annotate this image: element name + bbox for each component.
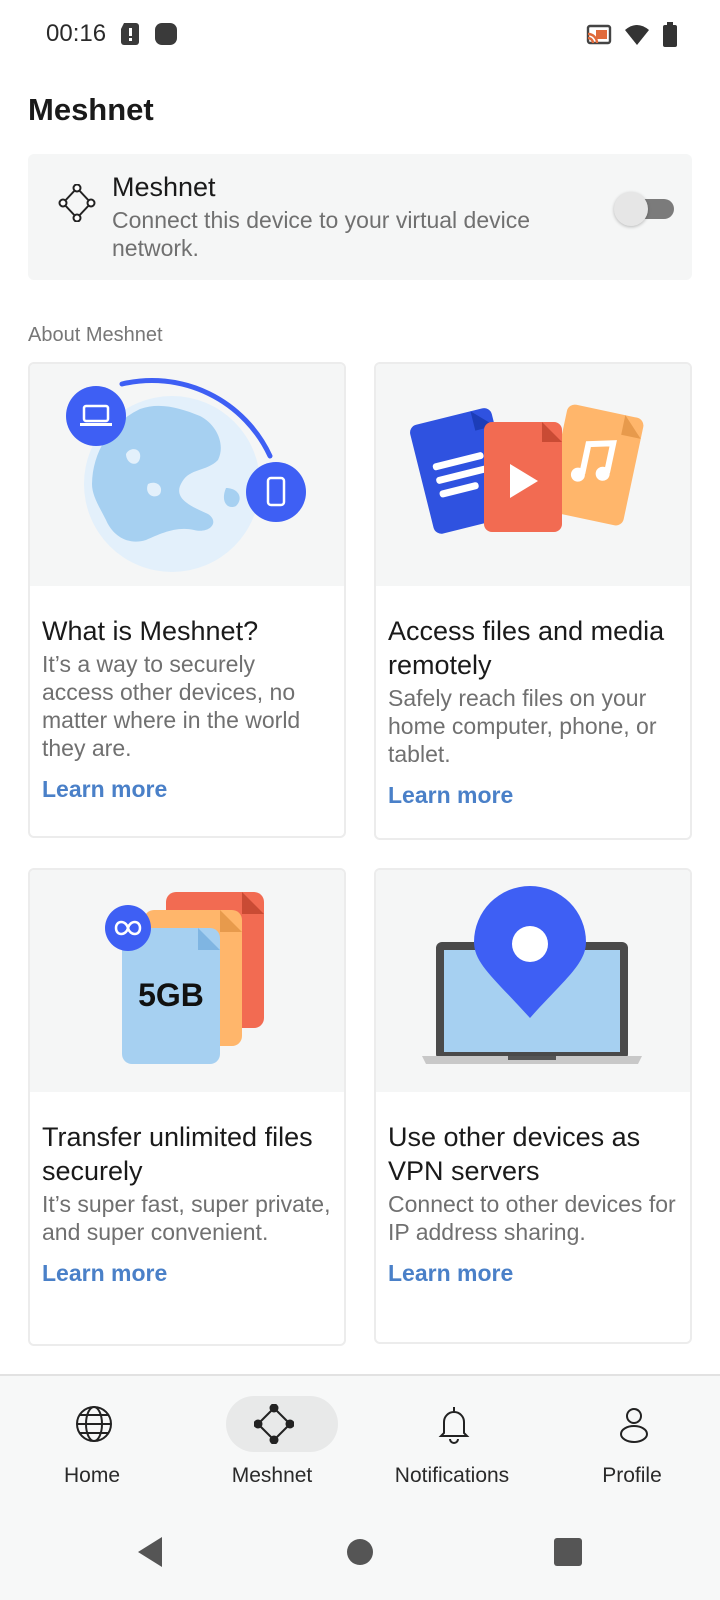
- card-description: It’s super fast, super private, and supe…: [42, 1191, 331, 1245]
- system-navigation-bar: [0, 1504, 720, 1600]
- card-title: Transfer unlimited files securely: [42, 1122, 313, 1186]
- nav-item-home[interactable]: Home: [0, 1396, 184, 1496]
- laptop-location-illustration: [376, 870, 690, 1092]
- learn-more-link[interactable]: Learn more: [42, 776, 167, 803]
- globe-devices-illustration: [30, 364, 344, 586]
- card-title: What is Meshnet?: [42, 616, 259, 646]
- battery-icon: [663, 22, 677, 47]
- learn-more-link[interactable]: Learn more: [388, 782, 513, 809]
- bottom-navigation: Home Meshnet Notifications Profile: [0, 1374, 720, 1504]
- files-media-illustration: [376, 364, 690, 586]
- meshnet-icon: [254, 1404, 294, 1444]
- learn-more-link[interactable]: Learn more: [388, 1260, 513, 1287]
- meshnet-toggle-title: Meshnet: [112, 172, 216, 202]
- status-time: 00:16: [46, 20, 107, 47]
- bell-icon: [438, 1407, 470, 1444]
- nav-label: Home: [63, 1464, 121, 1487]
- card-title: Access files and media remotely: [388, 616, 665, 680]
- info-card-what-is-meshnet: What is Meshnet? It’s a way to securely …: [28, 362, 346, 838]
- meshnet-toggle-description: Connect this device to your virtual devi…: [112, 207, 531, 261]
- recents-button[interactable]: [548, 1532, 588, 1572]
- learn-more-link[interactable]: Learn more: [42, 1260, 167, 1287]
- toggle-knob: [614, 192, 648, 226]
- card-description: It’s a way to securely access other devi…: [42, 651, 301, 761]
- app-notification-icon: [155, 23, 177, 45]
- meshnet-toggle-card[interactable]: Meshnet Connect this device to your virt…: [28, 154, 692, 280]
- nav-label: Meshnet: [231, 1464, 313, 1487]
- globe-icon: [76, 1406, 112, 1442]
- back-button[interactable]: [132, 1532, 172, 1572]
- meshnet-icon: [58, 184, 96, 222]
- cast-icon: [586, 24, 612, 45]
- info-card-access-files: Access files and media remotely Safely r…: [374, 362, 692, 840]
- card-description: Safely reach files on your home computer…: [388, 685, 657, 767]
- nav-item-meshnet[interactable]: Meshnet: [180, 1396, 364, 1496]
- card-title: Use other devices as VPN servers: [388, 1122, 641, 1186]
- meshnet-toggle-switch[interactable]: [614, 188, 676, 228]
- page-title: Meshnet: [28, 92, 154, 127]
- info-card-transfer-files: 5GB Transfer unlimited files securely It…: [28, 868, 346, 1346]
- file-size-label: 5GB: [138, 977, 204, 1013]
- wifi-icon: [625, 25, 649, 45]
- nav-label: Profile: [602, 1464, 662, 1487]
- card-description: Connect to other devices for IP address …: [388, 1191, 676, 1245]
- info-card-vpn-servers: Use other devices as VPN servers Connect…: [374, 868, 692, 1344]
- about-section-label: About Meshnet: [28, 324, 163, 346]
- nav-item-notifications[interactable]: Notifications: [360, 1396, 544, 1496]
- alert-card-icon: [121, 23, 139, 45]
- status-bar: 00:16: [0, 0, 720, 72]
- nav-label: Notifications: [394, 1464, 510, 1487]
- nav-item-profile[interactable]: Profile: [540, 1396, 720, 1496]
- person-icon: [619, 1408, 649, 1443]
- unlimited-files-illustration: 5GB: [30, 870, 344, 1092]
- home-button[interactable]: [340, 1532, 380, 1572]
